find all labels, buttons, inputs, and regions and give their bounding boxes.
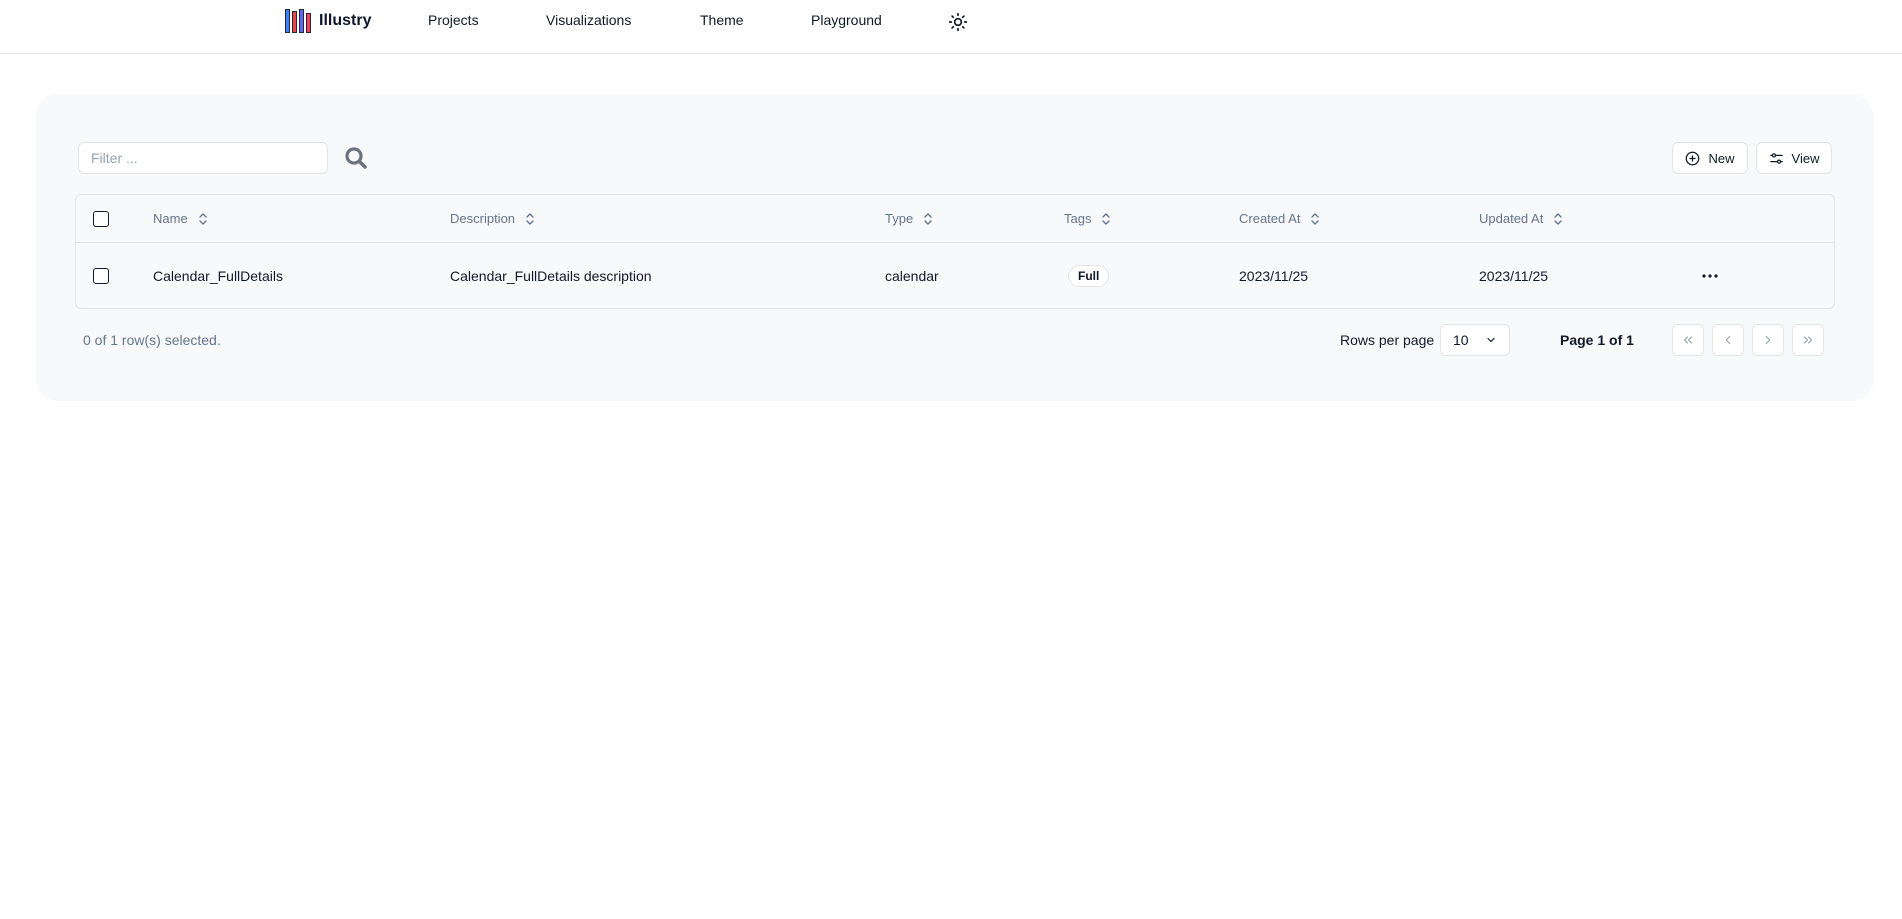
brand-logo-icon (285, 9, 311, 33)
last-page-button[interactable] (1792, 324, 1824, 356)
chevrons-left-icon (1683, 336, 1693, 344)
select-all-checkbox[interactable] (93, 210, 109, 227)
top-navigation-bar: Illustry Projects Visualizations Theme P… (0, 0, 1902, 54)
column-header-label: Created At (1239, 211, 1301, 226)
chevron-down-icon (1487, 337, 1495, 343)
new-button[interactable]: New (1672, 142, 1748, 174)
data-table-panel: New View Name Description Type (36, 94, 1874, 401)
sort-icon (1311, 212, 1320, 225)
column-header-label: Type (885, 211, 914, 226)
row-select-cell (93, 243, 109, 308)
nav-playground[interactable]: Playground (811, 12, 882, 28)
next-page-button[interactable] (1752, 324, 1784, 356)
chevrons-right-icon (1803, 336, 1813, 344)
sun-icon (948, 12, 968, 32)
sliders-icon (1769, 152, 1783, 164)
row-actions-cell (1696, 243, 1724, 308)
cell-created-at: 2023/11/25 (1239, 268, 1309, 284)
brand-link[interactable]: Illustry (285, 8, 371, 34)
column-header-label: Description (450, 211, 516, 226)
rows-per-page-label: Rows per page (1340, 332, 1435, 348)
first-page-button[interactable] (1672, 324, 1704, 356)
tag-badge: Full (1068, 265, 1110, 287)
sort-icon (1102, 212, 1111, 225)
table-header-row: Name Description Type Tags Created At Up… (76, 195, 1834, 243)
column-header-label: Updated At (1479, 211, 1544, 226)
rows-per-page-select[interactable]: 10 (1440, 324, 1510, 356)
view-button[interactable]: View (1756, 142, 1832, 174)
cell-updated-at: 2023/11/25 (1479, 268, 1549, 284)
page-indicator: Page 1 of 1 (1560, 332, 1634, 348)
sort-icon (198, 212, 207, 225)
table-row[interactable]: Calendar_FullDetails Calendar_FullDetail… (76, 243, 1834, 308)
chevron-right-icon (1765, 335, 1771, 345)
filter-input[interactable] (78, 142, 328, 174)
plus-circle-icon (1686, 151, 1700, 165)
row-checkbox[interactable] (93, 268, 109, 284)
cell-tags: Full (1068, 243, 1110, 308)
nav-projects[interactable]: Projects (428, 12, 479, 28)
column-header-type[interactable]: Type (885, 195, 933, 242)
cell-description: Calendar_FullDetails description (450, 268, 652, 284)
nav-theme[interactable]: Theme (700, 12, 744, 28)
cell-name: Calendar_FullDetails (153, 268, 283, 284)
selected-rows-count: 0 of 1 row(s) selected. (83, 332, 221, 348)
column-header-tags[interactable]: Tags (1064, 195, 1111, 242)
sort-icon (1554, 212, 1563, 225)
select-all-cell (93, 195, 109, 242)
chevron-left-icon (1725, 335, 1731, 345)
rows-per-page-value: 10 (1453, 332, 1469, 348)
brand-name: Illustry (319, 12, 372, 29)
new-button-label: New (1708, 150, 1735, 166)
column-header-label: Tags (1064, 211, 1092, 226)
data-table: Name Description Type Tags Created At Up… (75, 194, 1835, 309)
nav-visualizations[interactable]: Visualizations (546, 12, 631, 28)
previous-page-button[interactable] (1712, 324, 1744, 356)
more-horizontal-icon (1702, 274, 1718, 278)
column-header-updated-at[interactable]: Updated At (1479, 195, 1563, 242)
column-header-name[interactable]: Name (153, 195, 208, 242)
search-icon (345, 147, 367, 169)
column-header-label: Name (153, 211, 188, 226)
sort-icon (924, 212, 932, 225)
sort-icon (526, 212, 534, 225)
column-header-created-at[interactable]: Created At (1239, 195, 1320, 242)
theme-toggle-button[interactable] (948, 12, 968, 32)
view-button-label: View (1791, 150, 1820, 166)
row-actions-button[interactable] (1696, 262, 1724, 290)
column-header-description[interactable]: Description (450, 195, 535, 242)
search-button[interactable] (344, 146, 368, 170)
cell-type: calendar (885, 268, 939, 284)
